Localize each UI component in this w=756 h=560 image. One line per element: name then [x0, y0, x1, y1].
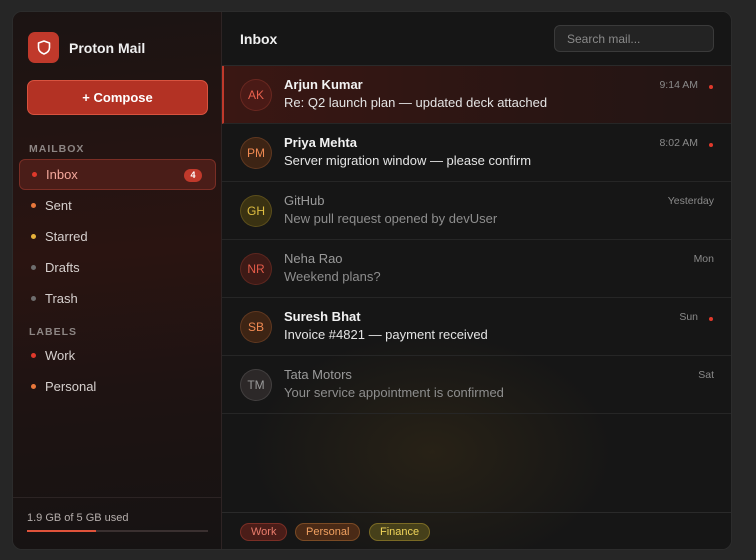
- sidebar-item-personal[interactable]: Personal: [19, 371, 216, 402]
- message-subject: Your service appointment is confirmed: [284, 385, 504, 400]
- avatar: NR: [240, 253, 272, 285]
- message-sender: Suresh Bhat: [284, 309, 361, 324]
- sidebar-item-label: Work: [45, 348, 76, 363]
- sidebar-item-label: Trash: [45, 291, 78, 306]
- message-row[interactable]: NR Neha Rao Weekend plans? Mon: [222, 240, 731, 298]
- message-time: 9:14 AM: [659, 79, 698, 91]
- message-row[interactable]: SB Suresh Bhat Invoice #4821 — payment rec…: [222, 298, 731, 356]
- message-time: Yesterday: [667, 195, 714, 207]
- main-panel: Inbox AK Arjun Kumar Re: Q2 launch plan — …: [222, 12, 731, 549]
- labels-section-label: LABELS: [29, 326, 77, 338]
- unread-dot-icon: [709, 317, 713, 321]
- message-sender: Neha Rao: [284, 251, 343, 266]
- message-time: Sun: [679, 311, 698, 323]
- tag-bar: Work Personal Finance: [222, 512, 731, 549]
- avatar: SB: [240, 311, 272, 343]
- tag-chip-finance[interactable]: Finance: [369, 523, 431, 541]
- compose-button[interactable]: + Compose: [27, 80, 208, 115]
- avatar: PM: [240, 137, 272, 169]
- mail-app: Proton Mail + Compose MAILBOX Inbox 4 Sent…: [12, 11, 732, 550]
- avatar: AK: [240, 79, 272, 111]
- sidebar-item-inbox[interactable]: Inbox 4: [19, 159, 216, 190]
- message-subject: Server migration window — please confirm: [284, 153, 532, 168]
- avatar: GH: [240, 195, 272, 227]
- message-time: Mon: [693, 253, 714, 265]
- unread-dot-icon: [709, 143, 713, 147]
- sidebar-item-label: Personal: [45, 379, 97, 394]
- sidebar-item-work[interactable]: Work: [19, 340, 216, 371]
- message-row[interactable]: GH GitHub New pull request opened by devUs…: [222, 182, 731, 240]
- header: Inbox: [222, 12, 731, 66]
- message-list: AK Arjun Kumar Re: Q2 launch plan — update…: [222, 66, 731, 414]
- message-sender: Tata Motors: [284, 367, 352, 382]
- sidebar-item-drafts[interactable]: Drafts: [19, 252, 216, 283]
- dot-icon: [31, 296, 36, 301]
- sidebar-item-label: Starred: [45, 229, 88, 244]
- page-title: Inbox: [240, 31, 278, 47]
- sidebar-item-starred[interactable]: Starred: [19, 221, 216, 252]
- message-row[interactable]: PM Priya Mehta Server migration window — p…: [222, 124, 731, 182]
- brand: Proton Mail: [28, 32, 145, 63]
- dot-icon: [31, 234, 36, 239]
- avatar: TM: [240, 369, 272, 401]
- message-sender: Arjun Kumar: [284, 77, 363, 92]
- dot-icon: [31, 353, 36, 358]
- message-subject: Re: Q2 launch plan — updated deck attach…: [284, 95, 548, 110]
- sidebar-item-label: Inbox: [46, 167, 78, 182]
- unread-dot-icon: [709, 85, 713, 89]
- tag-chip-work[interactable]: Work: [240, 523, 288, 541]
- message-subject: New pull request opened by devUser: [284, 211, 498, 226]
- storage-text: 1.9 GB of 5 GB used: [27, 512, 129, 524]
- message-subject: Invoice #4821 — payment received: [284, 327, 488, 342]
- sidebar-item-label: Drafts: [45, 260, 80, 275]
- unread-count-badge: 4: [184, 169, 202, 182]
- dot-icon: [31, 384, 36, 389]
- message-subject: Weekend plans?: [284, 269, 381, 284]
- storage-indicator: 1.9 GB of 5 GB used: [13, 497, 221, 549]
- sidebar-item-label: Sent: [45, 198, 72, 213]
- tag-chip-personal[interactable]: Personal: [295, 523, 361, 541]
- message-time: 8:02 AM: [659, 137, 698, 149]
- sidebar-item-trash[interactable]: Trash: [19, 283, 216, 314]
- sidebar: Proton Mail + Compose MAILBOX Inbox 4 Sent…: [13, 12, 222, 549]
- shield-icon: [28, 32, 59, 63]
- dot-icon: [32, 172, 37, 177]
- message-sender: Priya Mehta: [284, 135, 357, 150]
- message-time: Sat: [698, 369, 714, 381]
- message-sender: GitHub: [284, 193, 325, 208]
- dot-icon: [31, 265, 36, 270]
- storage-bar: [27, 530, 208, 532]
- search-input[interactable]: [554, 25, 714, 52]
- message-row[interactable]: TM Tata Motors Your service appointment is…: [222, 356, 731, 414]
- message-row[interactable]: AK Arjun Kumar Re: Q2 launch plan — update…: [222, 66, 731, 124]
- dot-icon: [31, 203, 36, 208]
- mailbox-section-label: MAILBOX: [29, 143, 85, 155]
- app-name: Proton Mail: [69, 39, 146, 56]
- storage-fill: [27, 530, 96, 532]
- sidebar-item-sent[interactable]: Sent: [19, 190, 216, 221]
